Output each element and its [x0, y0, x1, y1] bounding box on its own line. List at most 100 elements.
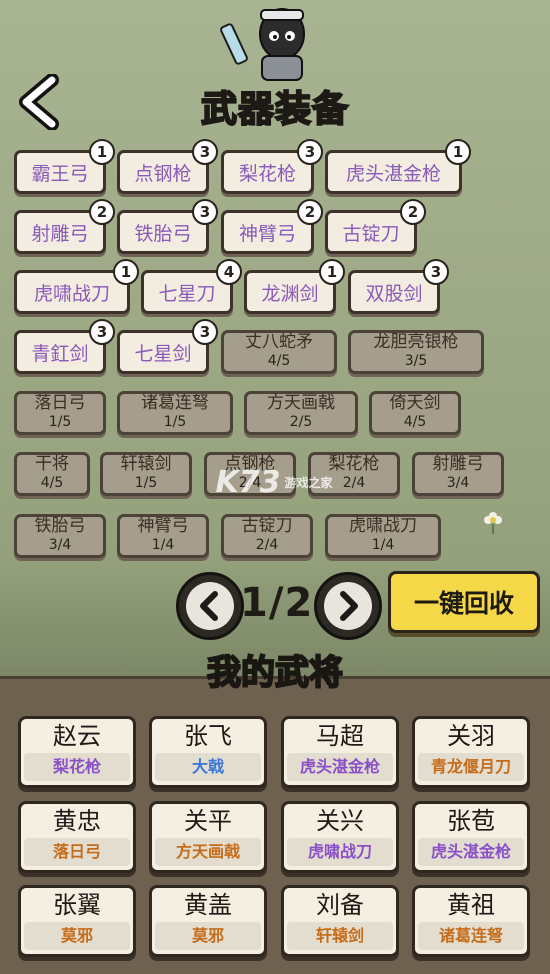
- general-name: 赵云: [53, 722, 101, 750]
- weapon-name: 诸葛连弩: [141, 393, 209, 413]
- weapon-slot[interactable]: 梨花枪 3: [221, 139, 323, 194]
- general-card[interactable]: 张苞 虎头湛金枪: [412, 801, 530, 873]
- weapon-name: 丈八蛇矛: [245, 332, 313, 352]
- general-card[interactable]: 关兴 虎啸战刀: [281, 801, 399, 873]
- weapon-slot-locked[interactable]: 轩辕剑 1/5: [100, 452, 192, 496]
- weapon-slot[interactable]: 射雕弓 2: [14, 199, 115, 254]
- weapon-name: 干将: [35, 454, 69, 474]
- weapon-slot-locked[interactable]: 丈八蛇矛 4/5: [221, 330, 337, 374]
- weapon-name: 倚天剑: [389, 393, 441, 413]
- general-card[interactable]: 赵云 梨花枪: [18, 716, 136, 788]
- general-name: 刘备: [316, 891, 364, 919]
- weapon-name: 梨花枪: [238, 162, 296, 185]
- weapon-slot[interactable]: 铁胎弓 3: [117, 199, 218, 254]
- general-card[interactable]: 黄祖 诸葛连弩: [412, 885, 530, 957]
- count-badge: 3: [192, 139, 218, 165]
- count-badge: 2: [297, 199, 323, 225]
- weapon-slot[interactable]: 七星刀 4: [141, 259, 242, 314]
- weapon-slot-locked[interactable]: 倚天剑 4/5: [369, 391, 461, 435]
- weapon-name: 虎头湛金枪: [345, 162, 441, 185]
- page-title: 武器装备: [200, 88, 349, 131]
- general-card[interactable]: 关平 方天画戟: [149, 801, 267, 873]
- general-card[interactable]: 刘备 轩辕剑: [281, 885, 399, 957]
- weapon-slot-locked[interactable]: 神臂弓 1/4: [117, 514, 209, 558]
- fragment-progress: 1/5: [163, 414, 187, 430]
- weapon-name: 霸王弓: [31, 162, 89, 185]
- weapon-slot-locked[interactable]: 射雕弓 3/4: [412, 452, 504, 496]
- general-name: 张翼: [53, 891, 101, 919]
- fragment-progress: 2/4: [342, 475, 366, 491]
- weapon-slot[interactable]: 虎头湛金枪 1: [325, 139, 471, 194]
- count-badge: 3: [192, 319, 218, 345]
- weapon-slot-locked[interactable]: 方天画戟 2/5: [244, 391, 358, 435]
- count-badge: 1: [445, 139, 471, 165]
- equipped-weapon: 莫邪: [155, 922, 261, 950]
- equipped-weapon: 梨花枪: [24, 753, 130, 781]
- weapon-slot-locked[interactable]: 虎啸战刀 1/4: [325, 514, 441, 558]
- equipped-weapon: 方天画戟: [155, 838, 261, 866]
- general-name: 关平: [184, 807, 232, 835]
- weapon-slot[interactable]: 古锭刀 2: [325, 199, 426, 254]
- generals-section-title: 我的武将: [206, 652, 344, 694]
- weapon-slot-locked[interactable]: 干将 4/5: [14, 452, 90, 496]
- general-card[interactable]: 黄盖 莫邪: [149, 885, 267, 957]
- equipped-weapon: 诸葛连弩: [418, 922, 524, 950]
- weapon-slot[interactable]: 点钢枪 3: [117, 139, 218, 194]
- weapon-slot-locked[interactable]: 古锭刀 2/4: [221, 514, 313, 558]
- general-card[interactable]: 马超 虎头湛金枪: [281, 716, 399, 788]
- general-name: 张苞: [447, 807, 495, 835]
- fragment-progress: 1/5: [48, 414, 72, 430]
- weapon-slot-locked[interactable]: 诸葛连弩 1/5: [117, 391, 233, 435]
- next-page-button[interactable]: [314, 572, 382, 640]
- equipped-weapon: 青龙偃月刀: [418, 753, 524, 781]
- fragment-progress: 4/5: [403, 414, 427, 430]
- weapon-name: 铁胎弓: [34, 516, 86, 536]
- general-name: 黄忠: [53, 807, 101, 835]
- count-badge: 3: [89, 319, 115, 345]
- flower-icon: [484, 512, 502, 534]
- weapon-slot[interactable]: 神臂弓 2: [221, 199, 323, 254]
- count-badge: 1: [319, 259, 345, 285]
- equipped-weapon: 轩辕剑: [287, 922, 393, 950]
- count-badge: 2: [89, 199, 115, 225]
- weapon-slot[interactable]: 虎啸战刀 1: [14, 259, 139, 314]
- fragment-progress: 1/5: [134, 475, 158, 491]
- weapon-name: 射雕弓: [31, 222, 89, 245]
- weapon-slot-locked[interactable]: 龙胆亮银枪 3/5: [348, 330, 484, 374]
- prev-page-icon: [200, 591, 218, 621]
- general-name: 马超: [316, 722, 364, 750]
- equipped-weapon: 莫邪: [24, 922, 130, 950]
- weapon-name: 七星刀: [158, 282, 216, 305]
- equipped-weapon: 虎头湛金枪: [287, 753, 393, 781]
- weapon-slot[interactable]: 龙渊剑 1: [244, 259, 345, 314]
- weapon-name: 铁胎弓: [134, 222, 192, 245]
- weapon-slot[interactable]: 霸王弓 1: [14, 139, 115, 194]
- count-badge: 3: [423, 259, 449, 285]
- general-card[interactable]: 黄忠 落日弓: [18, 801, 136, 873]
- general-card[interactable]: 张飞 大戟: [149, 716, 267, 788]
- general-name: 黄祖: [447, 891, 495, 919]
- weapon-name: 龙胆亮银枪: [373, 332, 459, 352]
- general-card[interactable]: 关羽 青龙偃月刀: [412, 716, 530, 788]
- weapon-name: 双股剑: [365, 282, 423, 305]
- fragment-progress: 4/5: [40, 475, 64, 491]
- weapon-slot[interactable]: 双股剑 3: [348, 259, 449, 314]
- prev-page-button[interactable]: [176, 572, 244, 640]
- count-badge: 1: [113, 259, 139, 285]
- general-card[interactable]: 张翼 莫邪: [18, 885, 136, 957]
- weapon-name: 龙渊剑: [261, 282, 319, 305]
- weapon-name: 虎啸战刀: [33, 282, 110, 305]
- weapon-slot[interactable]: 青釭剑 3: [14, 319, 115, 374]
- weapon-slot-locked[interactable]: 落日弓 1/5: [14, 391, 106, 435]
- weapon-slot-locked[interactable]: 铁胎弓 3/4: [14, 514, 106, 558]
- one-click-recycle-button[interactable]: 一键回收: [388, 571, 540, 633]
- weapon-slot[interactable]: 七星剑 3: [117, 319, 218, 374]
- weapon-name: 七星剑: [134, 342, 192, 365]
- count-badge: 3: [297, 139, 323, 165]
- fragment-progress: 2/5: [289, 414, 313, 430]
- fragment-progress: 3/4: [446, 475, 470, 491]
- weapon-name: 射雕弓: [432, 454, 484, 474]
- weapon-name: 神臂弓: [137, 516, 189, 536]
- count-badge: 4: [216, 259, 242, 285]
- fragment-progress: 1/4: [371, 537, 395, 553]
